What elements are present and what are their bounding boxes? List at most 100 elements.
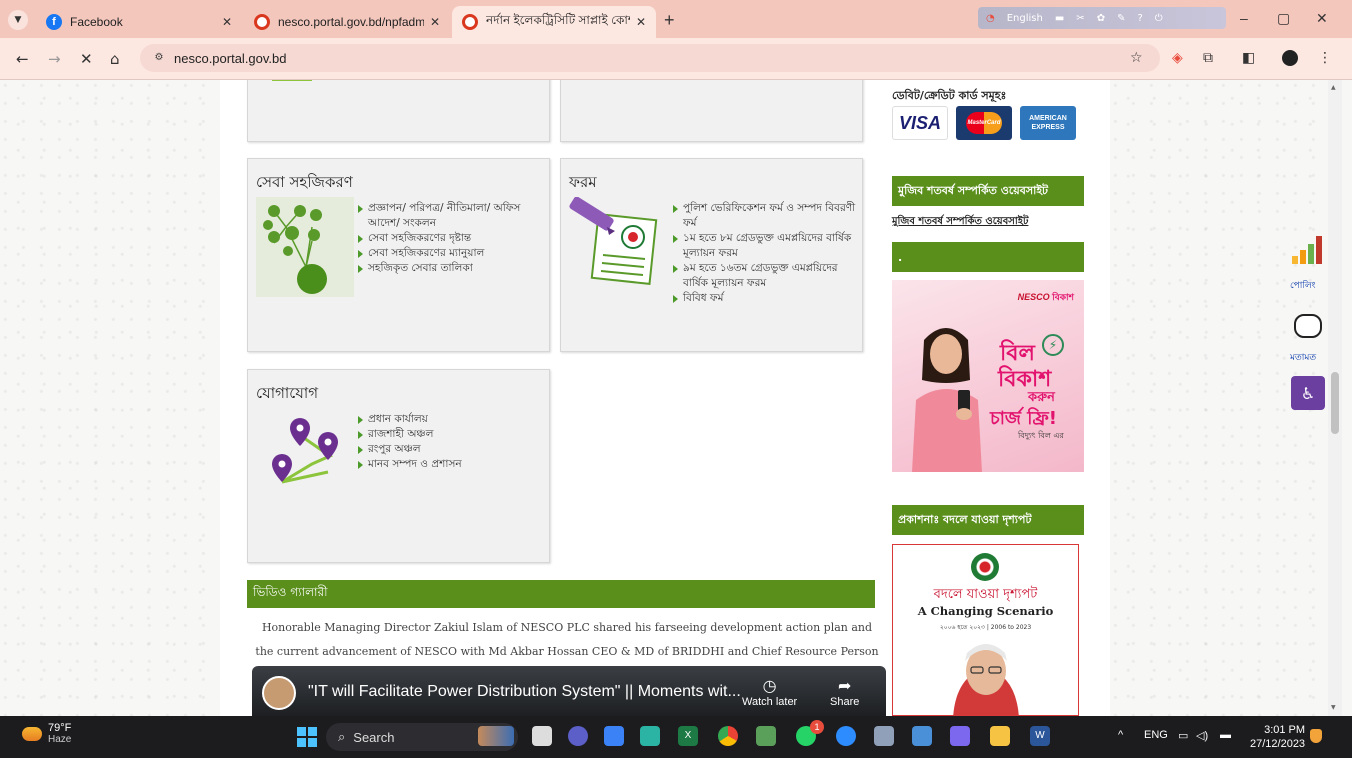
chat-bubble-icon[interactable]: [1294, 314, 1322, 338]
tab-nesco-active[interactable]: নর্দান ইলেকট্রিসিটি সাপ্লাই কোম্প ✕: [452, 6, 656, 38]
close-tab-icon[interactable]: ✕: [222, 15, 232, 29]
mujib-website-link[interactable]: মুজিব শতবর্ষ সম্পর্কিত ওয়েবসাইট: [892, 214, 1028, 231]
blank-heading: .: [892, 242, 1084, 272]
new-tab-button[interactable]: +: [664, 10, 675, 31]
app-icon[interactable]: [874, 726, 894, 746]
clock-date: 27/12/2023: [1250, 738, 1306, 750]
mastercard-logo: MasterCard: [956, 106, 1012, 140]
poll-bars-icon[interactable]: [1290, 236, 1326, 264]
windows-start-icon[interactable]: [297, 727, 317, 747]
home-icon[interactable]: ⌂: [110, 50, 120, 68]
service-list: প্রজ্ঞাপন/ পরিপত্র/ নীতিমালা/ অফিস আদেশ/…: [358, 201, 546, 276]
close-window-button[interactable]: ✕: [1316, 10, 1328, 27]
publication-cover[interactable]: বদলে যাওয়া দৃশ্যপট A Changing Scenario …: [892, 544, 1079, 716]
app-icon[interactable]: [640, 726, 660, 746]
list-item[interactable]: ৯ম হতে ১৬তম গ্রেডভুক্ত এমপ্লয়িদের বার্ষ…: [673, 261, 859, 291]
input-language[interactable]: ENG: [1144, 729, 1168, 741]
page-scrollbar[interactable]: ▲ ▼: [1328, 80, 1342, 716]
extension-strip[interactable]: ◔ English ▬ ✂ ✿ ✎ ? ⏻: [978, 7, 1226, 29]
list-item[interactable]: সেবা সহজিকরণের ম্যানুয়াল: [358, 246, 546, 261]
network-icon[interactable]: ▭: [1178, 729, 1188, 742]
book-title-bn: বদলে যাওয়া দৃশ্যপট: [933, 587, 1038, 602]
book-title-en: A Changing Scenario: [917, 604, 1054, 618]
share-button[interactable]: ➦ Share: [830, 676, 859, 708]
file-explorer-icon[interactable]: [990, 726, 1010, 746]
list-item[interactable]: বিবিধ ফর্ম: [673, 291, 859, 306]
tab-npfadmin[interactable]: nesco.portal.gov.bd/npfadmin/ ✕: [244, 6, 450, 38]
profile-avatar[interactable]: [1282, 50, 1298, 66]
volume-icon[interactable]: ◁): [1196, 729, 1208, 742]
list-item[interactable]: সহজিকৃত সেবার তালিকা: [358, 261, 546, 276]
bookmark-star-icon[interactable]: ☆: [1130, 50, 1143, 66]
app-icon[interactable]: [912, 726, 932, 746]
visa-logo: VISA: [892, 106, 948, 140]
extensions-puzzle-icon[interactable]: ⧉: [1203, 50, 1213, 66]
app-icon[interactable]: [950, 726, 970, 746]
close-tab-icon[interactable]: ✕: [430, 15, 440, 29]
site-info-icon[interactable]: ⚙: [150, 49, 168, 67]
list-item[interactable]: মানব সম্পদ ও প্রশাসন: [358, 457, 546, 472]
card-partial-right: [560, 80, 863, 142]
list-item[interactable]: প্রজ্ঞাপন/ পরিপত্র/ নীতিমালা/ অফিস আদেশ/…: [358, 201, 546, 231]
chrome-icon[interactable]: [718, 726, 738, 746]
restore-button[interactable]: ▢: [1277, 10, 1290, 27]
accessibility-icon[interactable]: ♿: [1291, 376, 1325, 410]
list-item[interactable]: ১ম হতে ৮ম গ্রেডভুক্ত এমপ্লয়িদের বার্ষিক…: [673, 231, 859, 261]
excel-icon[interactable]: X: [678, 726, 698, 746]
promo-brands: NESCO বিকাশ: [1018, 290, 1074, 305]
video-player[interactable]: "IT will Facilitate Power Distribution S…: [252, 666, 886, 716]
battery-icon[interactable]: ▬: [1220, 729, 1231, 741]
search-label: Search: [353, 729, 395, 745]
minimize-button[interactable]: –: [1240, 10, 1248, 26]
scroll-down-icon[interactable]: ▼: [1331, 704, 1336, 711]
extension-red-icon[interactable]: ◈: [1172, 50, 1183, 66]
bkash-promo-banner[interactable]: NESCO বিকাশ বিল ⚡ বিকাশ করুন চার্জ ফ্রি!…: [892, 280, 1084, 472]
url-bar[interactable]: ⚙ nesco.portal.gov.bd: [140, 44, 1160, 72]
mujib-heading: মুজিব শতবর্ষ সম্পর্কিত ওয়েবসাইট: [892, 176, 1084, 206]
lightbulb-icon: ⚡: [1042, 334, 1064, 356]
forward-icon[interactable]: →: [48, 50, 61, 68]
list-item[interactable]: প্রধান কার্যালয়: [358, 412, 546, 427]
app-icon[interactable]: [756, 726, 776, 746]
location-pins-icon: [272, 418, 338, 484]
tab-title: nesco.portal.gov.bd/npfadmin/: [278, 15, 424, 29]
list-item[interactable]: রাজশাহী অঞ্চল: [358, 427, 546, 442]
back-icon[interactable]: ←: [16, 50, 29, 68]
tab-search-icon[interactable]: ▼: [8, 10, 28, 30]
word-icon[interactable]: W: [1030, 726, 1050, 746]
haze-weather-icon: [22, 726, 42, 741]
channel-avatar[interactable]: [262, 676, 296, 710]
list-item[interactable]: সেবা সহজিকরণের দৃষ্টান্ত: [358, 231, 546, 246]
network-app-icon[interactable]: [604, 726, 624, 746]
opinion-label[interactable]: মতামত: [1290, 350, 1316, 365]
publication-heading: প্রকাশনাঃ বদলে যাওয়া দৃশ্যপট: [892, 505, 1084, 535]
poll-label[interactable]: পোলিং: [1290, 278, 1316, 293]
notification-bell-icon[interactable]: [1310, 729, 1322, 743]
stop-icon[interactable]: ✕: [80, 50, 93, 68]
teams-chat-icon[interactable]: [568, 726, 588, 746]
payment-cards-label: ডেবিট/ক্রেডিট কার্ড সমূহঃ: [892, 89, 1007, 102]
tab-facebook[interactable]: f Facebook ✕: [36, 6, 242, 38]
close-tab-icon[interactable]: ✕: [636, 15, 646, 29]
card-title[interactable]: সেবা সহজিকরণ: [256, 171, 353, 196]
card-title[interactable]: ফরম: [569, 171, 597, 196]
scrollbar-thumb[interactable]: [1331, 372, 1339, 434]
card-title[interactable]: যোগাযোগ: [256, 382, 318, 407]
list-item[interactable]: পুলিশ ভেরিফিকেশন ফর্ম ও সম্পদ বিবরণী ফর্…: [673, 201, 859, 231]
scroll-up-icon[interactable]: ▲: [1331, 84, 1336, 91]
amex-logo: AMERICAN EXPRESS: [1020, 106, 1076, 140]
watch-later-button[interactable]: ◷ Watch later: [742, 676, 797, 708]
zoom-icon[interactable]: [836, 726, 856, 746]
menu-kebab-icon[interactable]: ⋮: [1318, 50, 1332, 66]
side-panel-icon[interactable]: ◧: [1242, 50, 1255, 66]
weather-widget[interactable]: 79°F Haze: [22, 722, 71, 745]
task-view-icon[interactable]: [532, 726, 552, 746]
list-item[interactable]: রংপুর অঞ্চল: [358, 442, 546, 457]
widgets-people-icon[interactable]: [478, 726, 514, 746]
video-caption: Honorable Managing Director Zakiul Islam…: [255, 621, 879, 658]
tray-chevron-icon[interactable]: ^: [1118, 729, 1123, 741]
video-title[interactable]: "IT will Facilitate Power Distribution S…: [308, 683, 741, 701]
system-clock[interactable]: 3:01 PM 27/12/2023: [1250, 723, 1305, 751]
mastercard-label: MasterCard: [966, 112, 1002, 134]
browser-tab-bar: ▼ f Facebook ✕ nesco.portal.gov.bd/npfad…: [0, 0, 1352, 38]
